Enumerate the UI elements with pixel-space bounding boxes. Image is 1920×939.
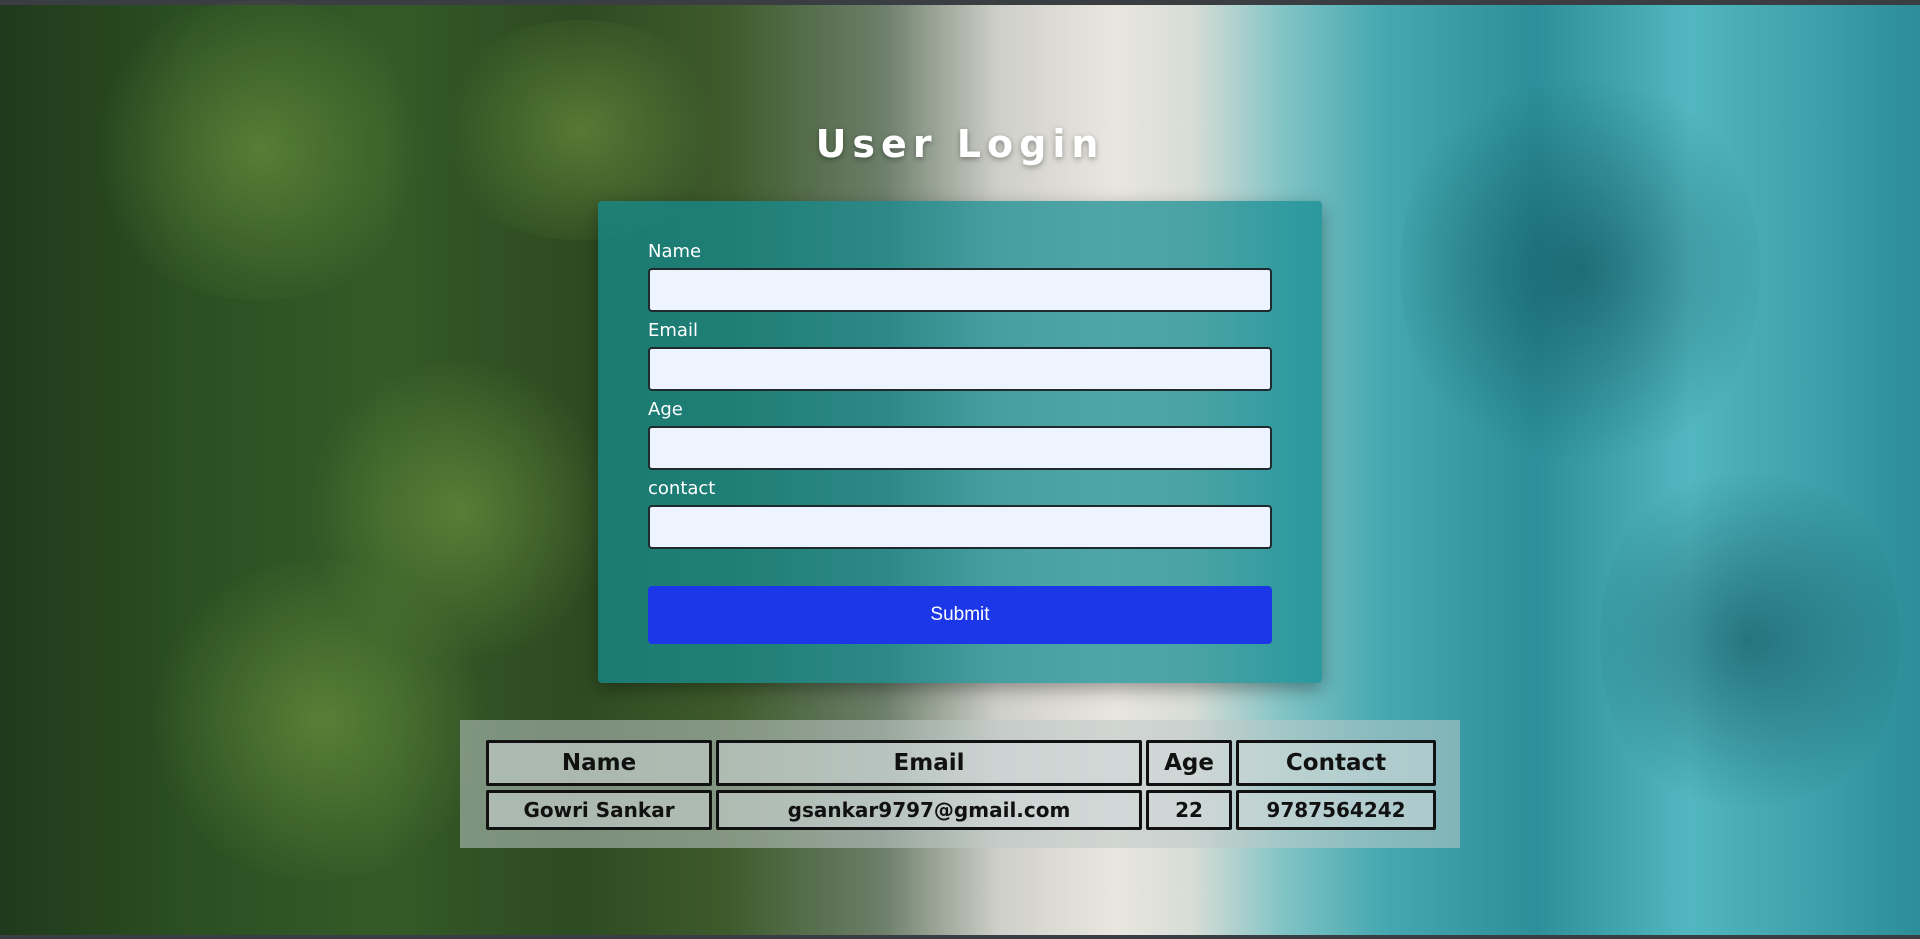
column-header-name: Name	[486, 740, 712, 786]
page-background: User Login Name Email Age contact Submit…	[0, 0, 1920, 939]
email-input[interactable]	[648, 347, 1272, 391]
users-table-panel: Name Email Age Contact Gowri Sankar gsan…	[460, 720, 1460, 848]
cell-name: Gowri Sankar	[486, 790, 712, 830]
users-table: Name Email Age Contact Gowri Sankar gsan…	[482, 736, 1440, 834]
email-label: Email	[648, 320, 698, 341]
cell-age: 22	[1146, 790, 1232, 830]
column-header-age: Age	[1146, 740, 1232, 786]
age-input[interactable]	[648, 426, 1272, 470]
cell-contact: 9787564242	[1236, 790, 1436, 830]
login-form: Name Email Age contact Submit	[598, 201, 1322, 683]
age-label: Age	[648, 399, 683, 420]
page-title: User Login	[815, 122, 1105, 166]
browser-bottom-bar	[0, 935, 1920, 939]
column-header-email: Email	[716, 740, 1142, 786]
table-row: Gowri Sankar gsankar9797@gmail.com 22 97…	[486, 790, 1436, 830]
column-header-contact: Contact	[1236, 740, 1436, 786]
name-input[interactable]	[648, 268, 1272, 312]
name-label: Name	[648, 241, 702, 262]
table-header-row: Name Email Age Contact	[486, 740, 1436, 786]
contact-input[interactable]	[648, 505, 1272, 549]
contact-label: contact	[648, 478, 716, 499]
cell-email: gsankar9797@gmail.com	[716, 790, 1142, 830]
submit-button[interactable]: Submit	[648, 586, 1272, 644]
reef-shadow	[1600, 450, 1900, 830]
palm-foliage	[140, 560, 500, 880]
